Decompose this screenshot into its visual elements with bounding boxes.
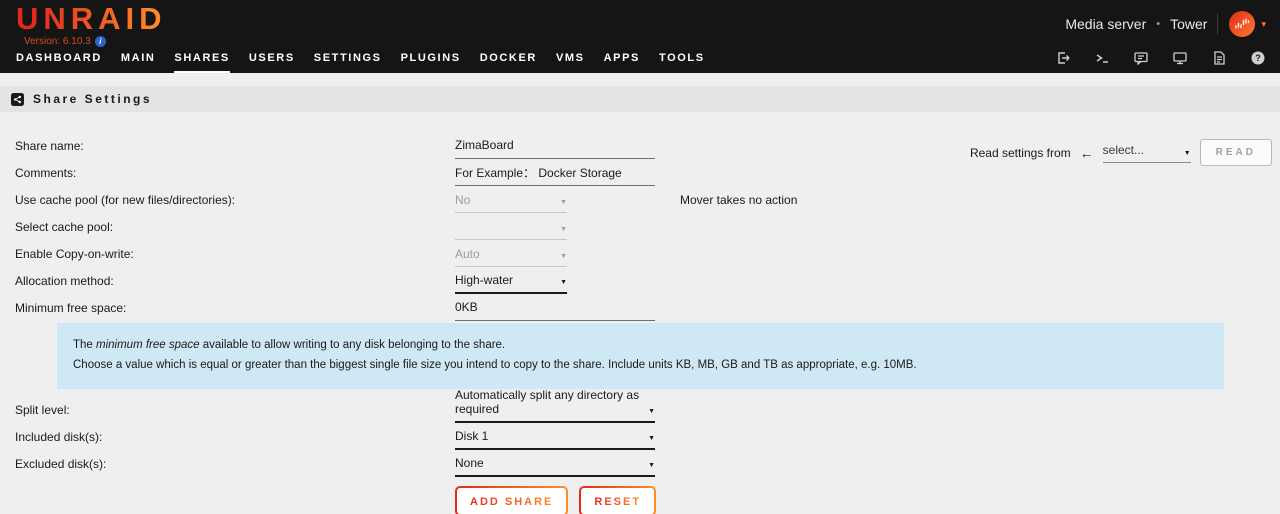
field-label: Allocation method: [15,274,114,288]
server-description: Media server [1065,16,1147,32]
nav-tools[interactable]: TOOLS [659,52,705,73]
chevron-down-icon: ▼ [648,408,655,416]
chevron-down-icon: ▼ [560,226,567,233]
chevron-down-icon: ▼ [560,253,567,260]
nav-vms[interactable]: VMS [556,52,585,73]
nav-settings[interactable]: SETTINGS [314,52,382,73]
share-settings-form: Read settings from ← select... ▼ READ Sh… [0,134,1280,514]
field-label: Enable Copy-on-write: [15,247,134,261]
svg-text:?: ? [1255,53,1261,63]
add-share-button[interactable]: ADD SHARE [455,486,568,514]
included-disks-select[interactable]: Disk 1 ▼ [455,429,655,451]
logout-icon[interactable] [1055,50,1071,66]
field-label: Select cache pool: [15,220,114,234]
nav-main[interactable]: MAIN [121,52,156,73]
min-free-space-input[interactable] [455,300,655,321]
nav-dashboard[interactable]: DASHBOARD [16,52,102,73]
reset-button[interactable]: RESET [579,486,656,514]
version-label: Version: 6.10.3 i [24,36,106,47]
form-row-select-cache-pool: Select cache pool: ▼ [0,215,1280,242]
mover-action-note: Mover takes no action [680,193,798,207]
chevron-down-icon: ▼ [560,279,567,286]
form-actions: ADD SHARE RESET [455,486,1280,514]
allocation-method-select[interactable]: High-water ▼ [455,273,567,294]
nav-docker[interactable]: DOCKER [480,52,537,73]
field-label: Use cache pool (for new files/directorie… [15,193,236,207]
share-settings-icon [11,92,24,106]
unraid-logo: UNRAID [16,1,167,36]
form-row-share-name: Share name: [0,134,1280,161]
display-icon[interactable] [1172,50,1188,66]
info-line-1: The minimum free space available to allo… [73,339,506,351]
form-row-use-cache-pool: Use cache pool (for new files/directorie… [0,188,1280,215]
server-name: Tower [1170,16,1208,32]
feedback-icon[interactable] [1133,50,1149,66]
field-label: Excluded disk(s): [15,457,107,472]
app-header: UNRAID Version: 6.10.3 i Media server • … [0,0,1280,73]
form-row-excluded-disks: Excluded disk(s): None ▼ [0,452,1280,479]
nav-apps[interactable]: APPS [604,52,640,73]
chevron-down-icon: ▾ [1261,18,1266,29]
nav-users[interactable]: USERS [249,52,295,73]
avatar[interactable] [1228,10,1256,38]
user-avatar-menu[interactable]: ▾ [1228,10,1266,38]
field-label: Comments: [15,166,77,180]
cache-pool-select: ▼ [455,226,567,240]
comments-input[interactable] [455,165,655,186]
chevron-down-icon: ▼ [560,199,567,206]
header-toolbar: ? [1055,50,1266,66]
info-line-2: Choose a value which is equal or greater… [73,358,917,371]
terminal-icon[interactable] [1094,50,1110,66]
form-row-min-free-space: Minimum free space: [0,296,1280,323]
bullet-separator: • [1156,18,1161,30]
form-row-comments: Comments: [0,161,1280,188]
help-icon[interactable]: ? [1250,50,1266,66]
server-info: Media server • Tower ▾ [1065,10,1266,38]
copy-on-write-select: Auto ▼ [455,247,567,267]
chevron-down-icon: ▼ [648,462,655,470]
field-label: Share name: [15,139,84,153]
disk-settings-rows: Split level: Automatically split any dir… [0,388,1280,479]
main-nav: DASHBOARD MAIN SHARES USERS SETTINGS PLU… [16,52,705,73]
chevron-down-icon: ▼ [648,435,655,443]
form-row-copy-on-write: Enable Copy-on-write: Auto ▼ [0,242,1280,269]
excluded-disks-select[interactable]: None ▼ [455,456,655,478]
split-level-select[interactable]: Automatically split any directory as req… [455,388,655,424]
version-info-icon[interactable]: i [94,36,106,47]
page-title: Share Settings [33,92,153,106]
field-label: Split level: [15,403,70,418]
field-label: Minimum free space: [15,301,127,315]
log-icon[interactable] [1211,50,1227,66]
help-info-box: The minimum free space available to allo… [57,323,1224,390]
form-row-split-level: Split level: Automatically split any dir… [0,388,1280,425]
form-row-allocation-method: Allocation method: High-water ▼ [0,269,1280,296]
section-header: Share Settings [0,86,1280,112]
nav-shares[interactable]: SHARES [174,52,230,73]
form-row-included-disks: Included disk(s): Disk 1 ▼ [0,425,1280,452]
field-label: Included disk(s): [15,430,103,445]
share-name-input[interactable] [455,138,655,159]
nav-plugins[interactable]: PLUGINS [401,52,461,73]
use-cache-pool-select: No ▼ [455,193,567,213]
header-divider [1217,13,1219,35]
